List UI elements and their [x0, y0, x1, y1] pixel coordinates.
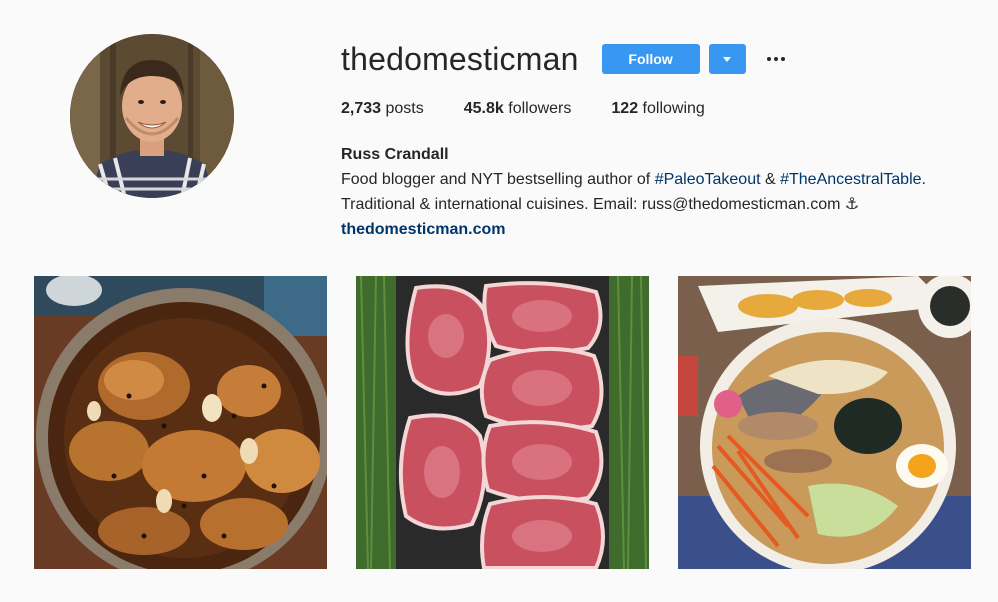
bio-line-1-end: .	[921, 171, 926, 188]
suggested-dropdown-button[interactable]	[708, 44, 746, 74]
bio-line-2: Traditional & international cuisines. Em…	[341, 196, 860, 213]
post-thumbnail[interactable]	[34, 276, 327, 569]
title-row: thedomesticman Follow	[341, 36, 981, 82]
followers-count: 45.8k	[463, 100, 504, 117]
following-count: 122	[611, 100, 639, 117]
posts-stat: 2,733 posts	[341, 100, 424, 118]
bio-line-1: Food blogger and NYT bestselling author …	[341, 167, 926, 192]
posts-count: 2,733	[341, 100, 382, 117]
bio: Russ Crandall Food blogger and NYT bests…	[341, 142, 926, 242]
followers-label: followers	[508, 100, 572, 117]
following-label: following	[642, 100, 705, 117]
website-link[interactable]: thedomesticman.com	[341, 217, 926, 242]
followers-stat[interactable]: 45.8k followers	[464, 100, 572, 118]
follow-button[interactable]: Follow	[601, 44, 700, 74]
avatar[interactable]	[70, 34, 234, 198]
following-stat[interactable]: 122 following	[611, 100, 704, 118]
profile-stats: 2,733 posts 45.8k followers 122 followin…	[341, 100, 745, 118]
post-thumbnail[interactable]	[678, 276, 971, 569]
hashtag-ancestral-table[interactable]: #TheAncestralTable	[780, 171, 921, 188]
bio-line-1-mid: &	[760, 171, 781, 188]
post-grid	[34, 276, 971, 569]
username: thedomesticman	[341, 41, 579, 77]
profile-page: thedomesticman Follow 2,733 posts 45.8k …	[0, 0, 998, 602]
bio-line-1-text: Food blogger and NYT bestselling author …	[341, 171, 655, 188]
profile-info: thedomesticman Follow 2,733 posts 45.8k …	[341, 36, 981, 238]
chevron-down-icon	[723, 56, 732, 62]
posts-label: posts	[385, 100, 424, 117]
post-thumbnail[interactable]	[356, 276, 649, 569]
hashtag-paleo-takeout[interactable]: #PaleoTakeout	[655, 171, 761, 188]
full-name: Russ Crandall	[341, 146, 449, 163]
more-options-icon[interactable]	[764, 44, 788, 74]
